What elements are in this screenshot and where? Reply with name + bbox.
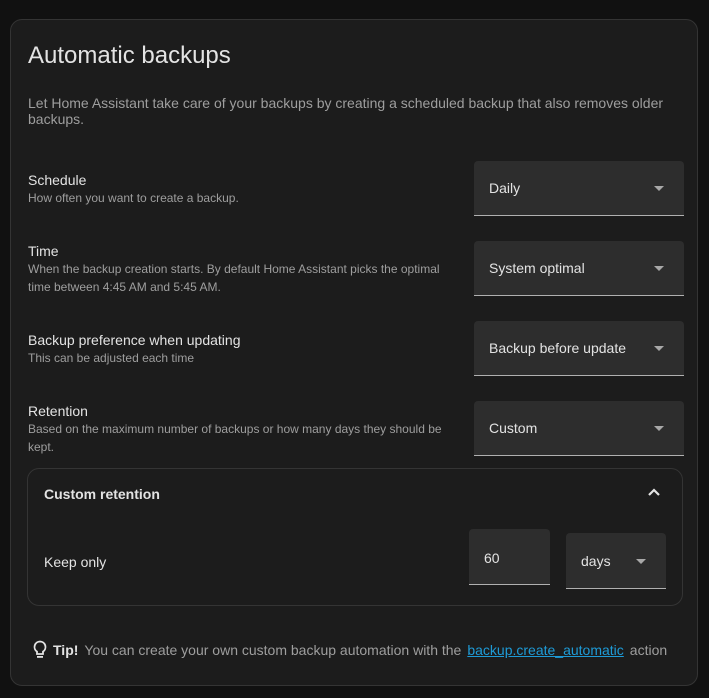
update-preference-select[interactable]: Backup before update [474,321,684,376]
card-title: Automatic backups [28,42,231,69]
retention-value: Custom [489,420,538,436]
time-select[interactable]: System optimal [474,241,684,296]
time-description: When the backup creation starts. By defa… [28,262,440,294]
schedule-value: Daily [489,180,521,196]
dropdown-arrow-icon [654,426,664,431]
update-preference-description: This can be adjusted each time [28,351,195,365]
dropdown-arrow-icon [654,266,664,271]
keep-count-input[interactable]: 60 [469,529,550,585]
retention-select[interactable]: Custom [474,401,684,456]
keep-count-value: 60 [484,550,500,566]
unit-value: days [581,552,611,569]
retention-label: Retention [28,403,88,419]
tip: Tip! You can create your own custom back… [33,640,667,659]
retention-description: Based on the maximum number of backups o… [28,422,442,454]
automatic-backups-card: Automatic backups Let Home Assistant tak… [10,19,698,686]
card-description: Let Home Assistant take care of your bac… [28,95,664,127]
custom-retention-header[interactable]: Custom retention [28,469,682,519]
dropdown-arrow-icon [636,558,646,564]
schedule-select[interactable]: Daily [474,161,684,216]
tip-label: Tip! [53,641,79,658]
chevron-up-icon [648,488,660,496]
schedule-description: How often you want to create a backup. [28,191,239,205]
dropdown-arrow-icon [654,186,664,191]
backup-create-automatic-link[interactable]: backup.create_automatic [467,642,623,658]
keep-only-label: Keep only [44,554,107,570]
lightbulb-icon [33,640,47,658]
update-preference-label: Backup preference when updating [28,332,241,348]
time-label: Time [28,243,59,259]
unit-select[interactable]: days [566,533,666,589]
schedule-label: Schedule [28,172,87,188]
tip-text: You can create your own custom backup au… [84,641,462,658]
time-value: System optimal [489,260,585,276]
custom-retention-panel: Custom retention Keep only 60 days [27,468,683,606]
custom-retention-title: Custom retention [44,486,160,502]
update-preference-value: Backup before update [489,340,626,356]
dropdown-arrow-icon [654,346,664,351]
tip-suffix: action [629,641,668,658]
